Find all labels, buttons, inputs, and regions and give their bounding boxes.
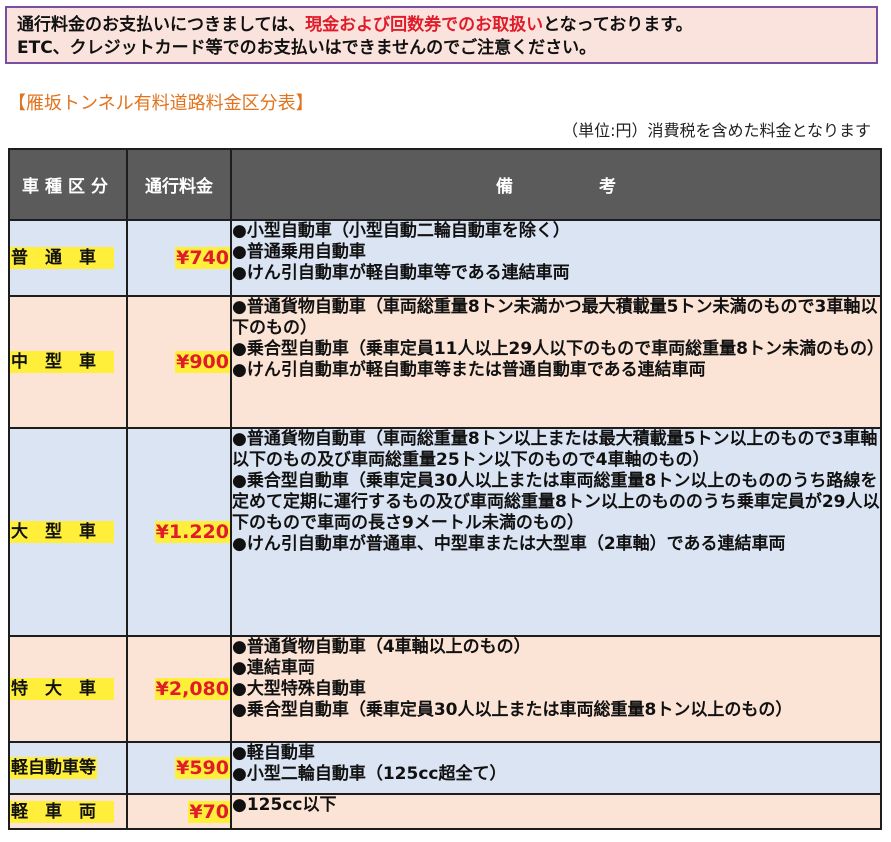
fee-cell: ¥2,080 [126, 635, 232, 743]
section-title: 【雁坂トンネル有料道路料金区分表】 [8, 93, 314, 114]
vehicle-type-cell: 大型車 [8, 427, 128, 637]
remark-item: ●125cc以下 [232, 795, 337, 815]
table-row: 大型車 ¥1.220 ●普通貨物自動車（車両総重量8トン以上または最大積載量5ト… [8, 427, 882, 637]
remark-item: ●普通貨物自動車（車両総重量8トン以上または最大積載量5トン以上のもので3車軸以… [232, 429, 878, 470]
notice-line-1: 通行料金のお支払いにつきましては、現金および回数券でのお取扱いとなっております。 [17, 14, 866, 37]
fee-value: ¥900 [175, 351, 230, 373]
remark-item: ●乗合型自動車（乗車定員30人以上または車両総重量8トン以上のもの） [232, 700, 793, 720]
table-row: 軽車両 ¥70 ●125cc以下 [8, 793, 882, 830]
remark-item: ●普通貨物自動車（4車軸以上のもの） [232, 637, 531, 657]
remark-item: ●普通貨物自動車（車両総重量8トン未満かつ最大積載量5トン未満のもので3車軸以下… [232, 297, 878, 338]
remark-item: ●乗合型自動車（乗車定員30人以上または車両総重量8トン以上のもののうち路線を定… [232, 471, 880, 533]
fee-value: ¥70 [188, 800, 230, 823]
vehicle-type-label: 大型車 [10, 521, 114, 543]
remark-item: ●けん引自動車が軽自動車等または普通自動車である連結車両 [232, 360, 706, 380]
vehicle-type-cell: 特大車 [8, 635, 128, 743]
vehicle-type-cell: 軽車両 [8, 793, 128, 830]
remarks-cell: ●軽自動車 ●小型二輪自動車（125cc超全て） [230, 741, 882, 795]
payment-notice: 通行料金のお支払いにつきましては、現金および回数券でのお取扱いとなっております。… [5, 6, 878, 64]
vehicle-type-cell: 普通車 [8, 219, 128, 297]
remarks-cell: ●普通貨物自動車（車両総重量8トン未満かつ最大積載量5トン未満のもので3車軸以下… [230, 295, 884, 429]
remarks-cell: ●小型自動車（小型自動二輪自動車を除く） ●普通乗用自動車 ●けん引自動車が軽自… [230, 219, 882, 297]
remarks-cell: ●125cc以下 [230, 793, 882, 830]
vehicle-type-cell: 軽自動車等 [8, 741, 128, 795]
table-row: 軽自動車等 ¥590 ●軽自動車 ●小型二輪自動車（125cc超全て） [8, 741, 882, 795]
vehicle-type-label: 軽自動車等 [10, 757, 97, 779]
fee-table: 車種区分 通行料金 備 考 普通車 ¥740 ●小型自動車（小型自動二輪自動車を… [8, 148, 884, 830]
fee-cell: ¥900 [126, 295, 232, 429]
fee-cell: ¥740 [126, 219, 232, 297]
remark-item: ●大型特殊自動車 [232, 679, 366, 699]
remark-item: ●小型二輪自動車（125cc超全て） [232, 764, 507, 784]
table-row: 中型車 ¥900 ●普通貨物自動車（車両総重量8トン未満かつ最大積載量5トン未満… [8, 295, 884, 429]
fee-value: ¥590 [175, 757, 230, 779]
fee-cell: ¥1.220 [126, 427, 232, 637]
remark-item: ●乗合型自動車（乗車定員11人以上29人以下のもので車両総重量8トン未満のもの） [232, 339, 884, 359]
remark-item: ●連結車両 [232, 658, 315, 678]
vehicle-type-label: 軽車両 [10, 800, 114, 823]
fee-value: ¥1.220 [154, 521, 230, 543]
vehicle-type-cell: 中型車 [8, 295, 128, 429]
header-vehicle-type: 車種区分 [8, 148, 128, 221]
remarks-cell: ●普通貨物自動車（車両総重量8トン以上または最大積載量5トン以上のもので3車軸以… [230, 427, 882, 637]
vehicle-type-label: 普通車 [10, 247, 114, 269]
vehicle-type-label: 中型車 [10, 351, 114, 373]
fee-cell: ¥70 [126, 793, 232, 830]
remark-item: ●けん引自動車が軽自動車等である連結車両 [232, 263, 570, 283]
remark-item: ●小型自動車（小型自動二輪自動車を除く） [232, 221, 570, 241]
fee-cell: ¥590 [126, 741, 232, 795]
remark-item: ●軽自動車 [232, 743, 315, 763]
header-remarks: 備 考 [230, 148, 882, 221]
vehicle-type-label: 特大車 [10, 678, 114, 700]
notice-text: 通行料金のお支払いにつきましては、 [17, 15, 306, 35]
remarks-cell: ●普通貨物自動車（4車軸以上のもの） ●連結車両 ●大型特殊自動車 ●乗合型自動… [230, 635, 882, 743]
table-header-row: 車種区分 通行料金 備 考 [8, 148, 882, 221]
fee-value: ¥740 [175, 247, 230, 269]
notice-line-2: ETC、クレジットカード等でのお支払いはできませんのでご注意ください。 [17, 38, 597, 58]
unit-note: （単位:円）消費税を含めた料金となります [562, 121, 871, 140]
notice-highlight: 現金および回数券でのお取扱い [305, 15, 544, 35]
notice-text-end: となっております。 [543, 15, 693, 35]
table-row: 特大車 ¥2,080 ●普通貨物自動車（4車軸以上のもの） ●連結車両 ●大型特… [8, 635, 882, 743]
table-row: 普通車 ¥740 ●小型自動車（小型自動二輪自動車を除く） ●普通乗用自動車 ●… [8, 219, 882, 297]
remark-item: ●けん引自動車が普通車、中型車または大型車（2車軸）である連結車両 [232, 534, 786, 554]
fee-value: ¥2,080 [154, 678, 230, 700]
header-fee: 通行料金 [126, 148, 232, 221]
remark-item: ●普通乗用自動車 [232, 242, 366, 262]
